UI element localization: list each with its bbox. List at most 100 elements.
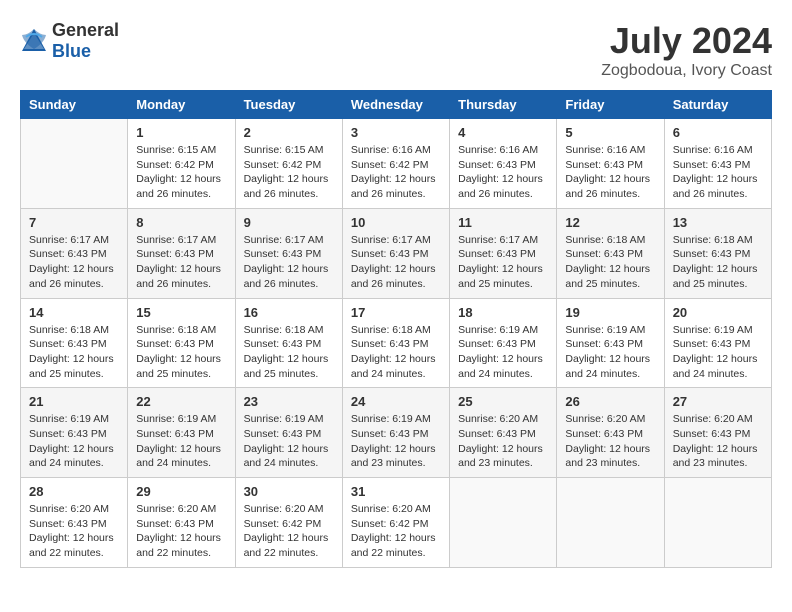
day-number: 25 (458, 394, 548, 409)
day-number: 30 (244, 484, 334, 499)
calendar-cell: 2 Sunrise: 6:15 AM Sunset: 6:42 PM Daylig… (235, 119, 342, 209)
cell-content: Sunrise: 6:15 AM Sunset: 6:42 PM Dayligh… (136, 143, 226, 202)
cell-content: Sunrise: 6:17 AM Sunset: 6:43 PM Dayligh… (29, 233, 119, 292)
cell-content: Sunrise: 6:20 AM Sunset: 6:43 PM Dayligh… (29, 502, 119, 561)
cell-content: Sunrise: 6:20 AM Sunset: 6:43 PM Dayligh… (458, 412, 548, 471)
day-number: 28 (29, 484, 119, 499)
day-number: 10 (351, 215, 441, 230)
calendar-cell: 29 Sunrise: 6:20 AM Sunset: 6:43 PM Dayli… (128, 478, 235, 568)
calendar-cell: 24 Sunrise: 6:19 AM Sunset: 6:43 PM Dayli… (342, 388, 449, 478)
calendar-cell: 17 Sunrise: 6:18 AM Sunset: 6:43 PM Dayli… (342, 298, 449, 388)
day-number: 5 (565, 125, 655, 140)
calendar-cell: 4 Sunrise: 6:16 AM Sunset: 6:43 PM Daylig… (450, 119, 557, 209)
cell-content: Sunrise: 6:19 AM Sunset: 6:43 PM Dayligh… (29, 412, 119, 471)
calendar-cell: 10 Sunrise: 6:17 AM Sunset: 6:43 PM Dayli… (342, 208, 449, 298)
cell-content: Sunrise: 6:20 AM Sunset: 6:43 PM Dayligh… (136, 502, 226, 561)
cell-content: Sunrise: 6:20 AM Sunset: 6:43 PM Dayligh… (565, 412, 655, 471)
cell-content: Sunrise: 6:16 AM Sunset: 6:43 PM Dayligh… (565, 143, 655, 202)
calendar-header-row: SundayMondayTuesdayWednesdayThursdayFrid… (21, 91, 772, 119)
cell-content: Sunrise: 6:16 AM Sunset: 6:42 PM Dayligh… (351, 143, 441, 202)
logo-wordmark: General Blue (52, 20, 119, 62)
day-number: 4 (458, 125, 548, 140)
calendar-cell: 7 Sunrise: 6:17 AM Sunset: 6:43 PM Daylig… (21, 208, 128, 298)
day-number: 31 (351, 484, 441, 499)
calendar-cell: 3 Sunrise: 6:16 AM Sunset: 6:42 PM Daylig… (342, 119, 449, 209)
calendar-cell: 13 Sunrise: 6:18 AM Sunset: 6:43 PM Dayli… (664, 208, 771, 298)
calendar-cell (664, 478, 771, 568)
calendar-cell: 12Sunrise: 6:18 AM Sunset: 6:43 PM Dayli… (557, 208, 664, 298)
day-number: 6 (673, 125, 763, 140)
calendar-cell: 31 Sunrise: 6:20 AM Sunset: 6:42 PM Dayli… (342, 478, 449, 568)
cell-content: Sunrise: 6:20 AM Sunset: 6:42 PM Dayligh… (244, 502, 334, 561)
day-number: 23 (244, 394, 334, 409)
calendar-cell: 11 Sunrise: 6:17 AM Sunset: 6:43 PM Dayli… (450, 208, 557, 298)
calendar-week-row: 21 Sunrise: 6:19 AM Sunset: 6:43 PM Dayli… (21, 388, 772, 478)
cell-content: Sunrise: 6:20 AM Sunset: 6:42 PM Dayligh… (351, 502, 441, 561)
calendar-day-header: Tuesday (235, 91, 342, 119)
calendar-cell: 19Sunrise: 6:19 AM Sunset: 6:43 PM Dayli… (557, 298, 664, 388)
calendar-day-header: Thursday (450, 91, 557, 119)
cell-content: Sunrise: 6:19 AM Sunset: 6:43 PM Dayligh… (136, 412, 226, 471)
cell-content: Sunrise: 6:16 AM Sunset: 6:43 PM Dayligh… (458, 143, 548, 202)
day-number: 13 (673, 215, 763, 230)
calendar-cell: 16 Sunrise: 6:18 AM Sunset: 6:43 PM Dayli… (235, 298, 342, 388)
day-number: 8 (136, 215, 226, 230)
cell-content: Sunrise: 6:17 AM Sunset: 6:43 PM Dayligh… (351, 233, 441, 292)
day-number: 21 (29, 394, 119, 409)
calendar-cell: 5 Sunrise: 6:16 AM Sunset: 6:43 PM Daylig… (557, 119, 664, 209)
calendar-cell: 14 Sunrise: 6:18 AM Sunset: 6:43 PM Dayli… (21, 298, 128, 388)
calendar-cell: 21 Sunrise: 6:19 AM Sunset: 6:43 PM Dayli… (21, 388, 128, 478)
day-number: 1 (136, 125, 226, 140)
calendar-day-header: Sunday (21, 91, 128, 119)
cell-content: Sunrise: 6:19 AM Sunset: 6:43 PM Dayligh… (244, 412, 334, 471)
title-area: July 2024 Zogbodoua, Ivory Coast (601, 20, 772, 80)
logo-icon (20, 27, 48, 55)
calendar-cell: 28 Sunrise: 6:20 AM Sunset: 6:43 PM Dayli… (21, 478, 128, 568)
cell-content: Sunrise: 6:20 AM Sunset: 6:43 PM Dayligh… (673, 412, 763, 471)
cell-content: Sunrise: 6:18 AM Sunset: 6:43 PM Dayligh… (29, 323, 119, 382)
page-title: July 2024 (601, 20, 772, 62)
day-number: 9 (244, 215, 334, 230)
day-number: 29 (136, 484, 226, 499)
calendar-day-header: Saturday (664, 91, 771, 119)
calendar-cell: 8 Sunrise: 6:17 AM Sunset: 6:43 PM Daylig… (128, 208, 235, 298)
cell-content: Sunrise: 6:19 AM Sunset: 6:43 PM Dayligh… (458, 323, 548, 382)
day-number: 7 (29, 215, 119, 230)
cell-content: Sunrise: 6:19 AM Sunset: 6:43 PM Dayligh… (351, 412, 441, 471)
day-number: 3 (351, 125, 441, 140)
day-number: 17 (351, 305, 441, 320)
calendar-cell: 1 Sunrise: 6:15 AM Sunset: 6:42 PM Daylig… (128, 119, 235, 209)
cell-content: Sunrise: 6:18 AM Sunset: 6:43 PM Dayligh… (136, 323, 226, 382)
calendar-cell: 18Sunrise: 6:19 AM Sunset: 6:43 PM Dayli… (450, 298, 557, 388)
calendar-week-row: 14 Sunrise: 6:18 AM Sunset: 6:43 PM Dayli… (21, 298, 772, 388)
calendar-table: SundayMondayTuesdayWednesdayThursdayFrid… (20, 90, 772, 568)
calendar-cell: 25 Sunrise: 6:20 AM Sunset: 6:43 PM Dayli… (450, 388, 557, 478)
cell-content: Sunrise: 6:17 AM Sunset: 6:43 PM Dayligh… (136, 233, 226, 292)
day-number: 20 (673, 305, 763, 320)
calendar-cell (450, 478, 557, 568)
calendar-cell (21, 119, 128, 209)
calendar-day-header: Wednesday (342, 91, 449, 119)
logo: General Blue (20, 20, 119, 62)
day-number: 14 (29, 305, 119, 320)
calendar-cell: 23 Sunrise: 6:19 AM Sunset: 6:43 PM Dayli… (235, 388, 342, 478)
day-number: 22 (136, 394, 226, 409)
calendar-cell: 6Sunrise: 6:16 AM Sunset: 6:43 PM Daylig… (664, 119, 771, 209)
cell-content: Sunrise: 6:15 AM Sunset: 6:42 PM Dayligh… (244, 143, 334, 202)
cell-content: Sunrise: 6:18 AM Sunset: 6:43 PM Dayligh… (673, 233, 763, 292)
cell-content: Sunrise: 6:17 AM Sunset: 6:43 PM Dayligh… (458, 233, 548, 292)
day-number: 16 (244, 305, 334, 320)
day-number: 2 (244, 125, 334, 140)
calendar-cell: 15Sunrise: 6:18 AM Sunset: 6:43 PM Dayli… (128, 298, 235, 388)
calendar-week-row: 28 Sunrise: 6:20 AM Sunset: 6:43 PM Dayli… (21, 478, 772, 568)
cell-content: Sunrise: 6:18 AM Sunset: 6:43 PM Dayligh… (565, 233, 655, 292)
day-number: 11 (458, 215, 548, 230)
day-number: 27 (673, 394, 763, 409)
cell-content: Sunrise: 6:18 AM Sunset: 6:43 PM Dayligh… (351, 323, 441, 382)
calendar-cell: 20Sunrise: 6:19 AM Sunset: 6:43 PM Dayli… (664, 298, 771, 388)
calendar-day-header: Monday (128, 91, 235, 119)
cell-content: Sunrise: 6:18 AM Sunset: 6:43 PM Dayligh… (244, 323, 334, 382)
calendar-cell: 26 Sunrise: 6:20 AM Sunset: 6:43 PM Dayli… (557, 388, 664, 478)
day-number: 24 (351, 394, 441, 409)
day-number: 26 (565, 394, 655, 409)
